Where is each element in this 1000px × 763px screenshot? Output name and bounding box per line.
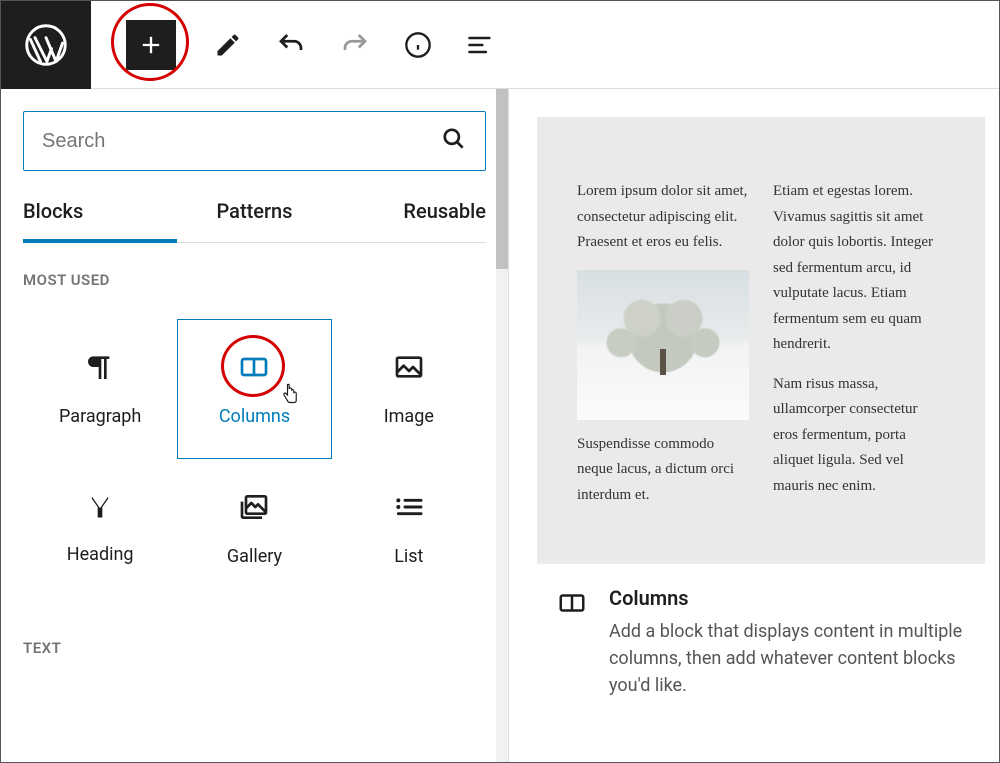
search-input[interactable] — [42, 130, 441, 153]
wordpress-logo[interactable] — [1, 1, 91, 89]
pointer-cursor-icon — [280, 383, 300, 412]
preview-text: Etiam et egestas lorem. Vivamus sagittis… — [773, 179, 945, 358]
block-gallery[interactable]: Gallery — [177, 459, 331, 599]
block-label: Gallery — [227, 546, 282, 567]
block-info-card: Columns Add a block that displays conten… — [537, 563, 985, 715]
preview-panel: Lorem ipsum dolor sit amet, consectetur … — [509, 89, 999, 762]
heading-icon — [86, 493, 114, 526]
block-label: List — [394, 546, 423, 567]
preview-text: Lorem ipsum dolor sit amet, consectetur … — [577, 179, 749, 256]
blocks-grid: Paragraph Columns Image — [23, 319, 486, 599]
search-icon[interactable] — [441, 126, 467, 156]
block-inserter-panel: Blocks Patterns Reusable MOST USED Parag… — [1, 89, 509, 762]
outline-icon[interactable] — [466, 31, 494, 59]
section-most-used: MOST USED — [23, 271, 486, 289]
edit-tool-icon[interactable] — [214, 31, 242, 59]
scrollbar-thumb[interactable] — [496, 89, 508, 269]
top-toolbar — [1, 1, 999, 89]
list-icon — [393, 491, 425, 528]
info-title: Columns — [609, 586, 965, 610]
tab-reusable[interactable]: Reusable — [332, 199, 486, 242]
info-icon[interactable] — [404, 31, 432, 59]
block-columns[interactable]: Columns — [177, 319, 331, 459]
toolbar-tools — [214, 30, 494, 60]
image-icon — [393, 351, 425, 388]
info-text: Columns Add a block that displays conten… — [609, 586, 965, 699]
block-heading[interactable]: Heading — [23, 459, 177, 599]
redo-icon[interactable] — [340, 30, 370, 60]
info-description: Add a block that displays content in mul… — [609, 618, 965, 699]
preview-image — [577, 270, 749, 420]
block-paragraph[interactable]: Paragraph — [23, 319, 177, 459]
block-list[interactable]: List — [332, 459, 486, 599]
block-image[interactable]: Image — [332, 319, 486, 459]
inserter-tabs: Blocks Patterns Reusable — [23, 199, 486, 243]
block-label: Heading — [67, 544, 134, 565]
add-block-button[interactable] — [126, 20, 176, 70]
paragraph-icon — [84, 351, 116, 388]
section-text: TEXT — [23, 639, 486, 657]
preview-text: Suspendisse commodo neque lacus, a dictu… — [577, 432, 749, 509]
tab-blocks[interactable]: Blocks — [23, 199, 177, 243]
preview-column-1: Lorem ipsum dolor sit amet, consectetur … — [577, 179, 749, 523]
columns-icon — [557, 586, 587, 699]
search-box — [23, 111, 486, 171]
block-label: Paragraph — [59, 406, 141, 427]
block-label: Image — [384, 406, 434, 427]
preview-text: Nam risus massa, ullamcorper consectetur… — [773, 372, 945, 500]
block-label: Columns — [219, 406, 290, 427]
columns-icon — [238, 351, 270, 388]
preview-content: Lorem ipsum dolor sit amet, consectetur … — [537, 117, 985, 563]
gallery-icon — [238, 491, 270, 528]
preview-column-2: Etiam et egestas lorem. Vivamus sagittis… — [773, 179, 945, 523]
undo-icon[interactable] — [276, 30, 306, 60]
tab-patterns[interactable]: Patterns — [177, 199, 331, 242]
